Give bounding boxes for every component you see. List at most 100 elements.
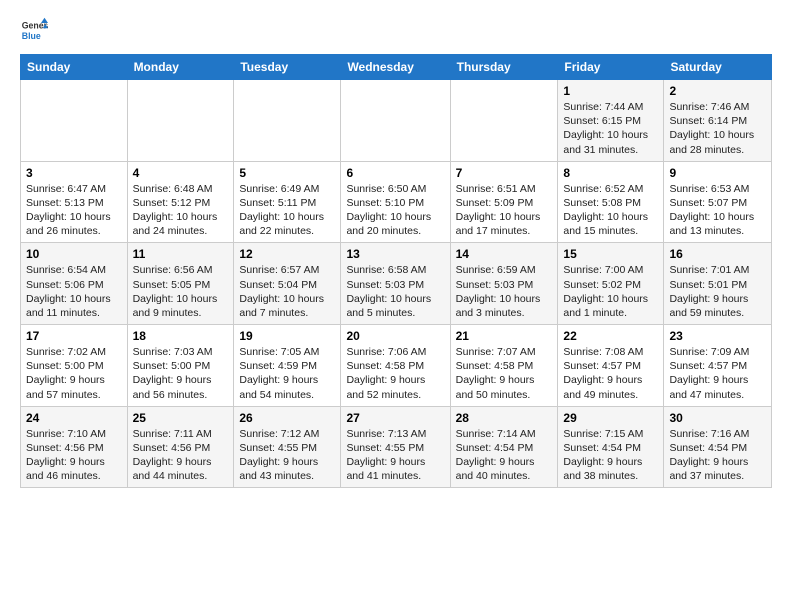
calendar-cell [127, 80, 234, 162]
day-number: 16 [669, 247, 766, 261]
logo-icon: General Blue [20, 16, 48, 44]
weekday-header-row: SundayMondayTuesdayWednesdayThursdayFrid… [21, 55, 772, 80]
day-number: 21 [456, 329, 553, 343]
weekday-header-thursday: Thursday [450, 55, 558, 80]
calendar-cell: 26Sunrise: 7:12 AM Sunset: 4:55 PM Dayli… [234, 406, 341, 488]
day-number: 19 [239, 329, 335, 343]
day-number: 2 [669, 84, 766, 98]
weekday-header-monday: Monday [127, 55, 234, 80]
calendar-cell: 11 Sunrise: 6:56 AM Sunset: 5:05 PM Dayli… [127, 243, 234, 325]
week-row-5: 24 Sunrise: 7:10 AM Sunset: 4:56 PM Dayli… [21, 406, 772, 488]
cell-text: Sunrise: 6:54 AM Sunset: 5:06 PM Dayligh… [26, 263, 122, 320]
cell-text: Sunrise: 7:44 AM Sunset: 6:15 PM Dayligh… [563, 100, 658, 157]
calendar-cell: 19 Sunrise: 7:05 AM Sunset: 4:59 PM Dayli… [234, 325, 341, 407]
cell-text: Sunrise: 7:13 AM Sunset: 4:55 PM Dayligh… [346, 427, 444, 484]
day-number: 22 [563, 329, 658, 343]
day-number: 14 [456, 247, 553, 261]
cell-text: Sunrise: 7:10 AM Sunset: 4:56 PM Dayligh… [26, 427, 122, 484]
day-number: 3 [26, 166, 122, 180]
cell-text: Sunrise: 7:01 AM Sunset: 5:01 PM Dayligh… [669, 263, 766, 320]
cell-text: Sunrise: 7:15 AM Sunset: 4:54 PM Dayligh… [563, 427, 658, 484]
week-row-2: 3 Sunrise: 6:47 AM Sunset: 5:13 PM Daylig… [21, 161, 772, 243]
day-number: 13 [346, 247, 444, 261]
calendar-cell: 18 Sunrise: 7:03 AM Sunset: 5:00 PM Dayli… [127, 325, 234, 407]
day-number: 17 [26, 329, 122, 343]
day-number: 27 [346, 411, 444, 425]
day-number: 9 [669, 166, 766, 180]
calendar-cell: 1 Sunrise: 7:44 AM Sunset: 6:15 PM Daylig… [558, 80, 664, 162]
calendar-cell: 23Sunrise: 7:09 AM Sunset: 4:57 PM Dayli… [664, 325, 772, 407]
day-number: 15 [563, 247, 658, 261]
calendar-cell [341, 80, 450, 162]
cell-text: Sunrise: 6:53 AM Sunset: 5:07 PM Dayligh… [669, 182, 766, 239]
day-number: 24 [26, 411, 122, 425]
day-number: 29 [563, 411, 658, 425]
cell-text: Sunrise: 7:46 AM Sunset: 6:14 PM Dayligh… [669, 100, 766, 157]
calendar-cell: 2 Sunrise: 7:46 AM Sunset: 6:14 PM Daylig… [664, 80, 772, 162]
day-number: 12 [239, 247, 335, 261]
calendar-cell: 28 Sunrise: 7:14 AM Sunset: 4:54 PM Dayli… [450, 406, 558, 488]
calendar-cell: 5 Sunrise: 6:49 AM Sunset: 5:11 PM Daylig… [234, 161, 341, 243]
day-number: 11 [133, 247, 229, 261]
cell-text: Sunrise: 6:58 AM Sunset: 5:03 PM Dayligh… [346, 263, 444, 320]
cell-text: Sunrise: 7:07 AM Sunset: 4:58 PM Dayligh… [456, 345, 553, 402]
weekday-header-friday: Friday [558, 55, 664, 80]
cell-text: Sunrise: 6:49 AM Sunset: 5:11 PM Dayligh… [239, 182, 335, 239]
cell-text: Sunrise: 6:56 AM Sunset: 5:05 PM Dayligh… [133, 263, 229, 320]
calendar-cell [450, 80, 558, 162]
cell-text: Sunrise: 6:57 AM Sunset: 5:04 PM Dayligh… [239, 263, 335, 320]
calendar-cell: 16 Sunrise: 7:01 AM Sunset: 5:01 PM Dayli… [664, 243, 772, 325]
calendar-cell: 29 Sunrise: 7:15 AM Sunset: 4:54 PM Dayli… [558, 406, 664, 488]
day-number: 25 [133, 411, 229, 425]
day-number: 28 [456, 411, 553, 425]
cell-text: Sunrise: 6:47 AM Sunset: 5:13 PM Dayligh… [26, 182, 122, 239]
calendar-cell [21, 80, 128, 162]
day-number: 4 [133, 166, 229, 180]
svg-text:Blue: Blue [22, 31, 41, 41]
weekday-header-wednesday: Wednesday [341, 55, 450, 80]
day-number: 1 [563, 84, 658, 98]
cell-text: Sunrise: 7:02 AM Sunset: 5:00 PM Dayligh… [26, 345, 122, 402]
calendar-cell: 3 Sunrise: 6:47 AM Sunset: 5:13 PM Daylig… [21, 161, 128, 243]
cell-text: Sunrise: 6:52 AM Sunset: 5:08 PM Dayligh… [563, 182, 658, 239]
calendar-cell: 9 Sunrise: 6:53 AM Sunset: 5:07 PM Daylig… [664, 161, 772, 243]
calendar-cell: 8 Sunrise: 6:52 AM Sunset: 5:08 PM Daylig… [558, 161, 664, 243]
cell-text: Sunrise: 6:51 AM Sunset: 5:09 PM Dayligh… [456, 182, 553, 239]
calendar-cell: 27 Sunrise: 7:13 AM Sunset: 4:55 PM Dayli… [341, 406, 450, 488]
calendar-cell: 13 Sunrise: 6:58 AM Sunset: 5:03 PM Dayli… [341, 243, 450, 325]
day-number: 5 [239, 166, 335, 180]
calendar-cell: 22Sunrise: 7:08 AM Sunset: 4:57 PM Dayli… [558, 325, 664, 407]
cell-text: Sunrise: 7:11 AM Sunset: 4:56 PM Dayligh… [133, 427, 229, 484]
day-number: 26 [239, 411, 335, 425]
week-row-3: 10 Sunrise: 6:54 AM Sunset: 5:06 PM Dayli… [21, 243, 772, 325]
weekday-header-tuesday: Tuesday [234, 55, 341, 80]
logo: General Blue [20, 16, 52, 44]
week-row-1: 1 Sunrise: 7:44 AM Sunset: 6:15 PM Daylig… [21, 80, 772, 162]
day-number: 23 [669, 329, 766, 343]
cell-text: Sunrise: 7:03 AM Sunset: 5:00 PM Dayligh… [133, 345, 229, 402]
calendar-table: SundayMondayTuesdayWednesdayThursdayFrid… [20, 54, 772, 488]
calendar-cell: 10 Sunrise: 6:54 AM Sunset: 5:06 PM Dayli… [21, 243, 128, 325]
cell-text: Sunrise: 7:05 AM Sunset: 4:59 PM Dayligh… [239, 345, 335, 402]
weekday-header-saturday: Saturday [664, 55, 772, 80]
day-number: 18 [133, 329, 229, 343]
calendar-cell: 17 Sunrise: 7:02 AM Sunset: 5:00 PM Dayli… [21, 325, 128, 407]
header: General Blue [20, 16, 772, 44]
day-number: 30 [669, 411, 766, 425]
day-number: 10 [26, 247, 122, 261]
calendar-cell: 12 Sunrise: 6:57 AM Sunset: 5:04 PM Dayli… [234, 243, 341, 325]
week-row-4: 17 Sunrise: 7:02 AM Sunset: 5:00 PM Dayli… [21, 325, 772, 407]
day-number: 7 [456, 166, 553, 180]
cell-text: Sunrise: 7:06 AM Sunset: 4:58 PM Dayligh… [346, 345, 444, 402]
calendar-cell: 6Sunrise: 6:50 AM Sunset: 5:10 PM Daylig… [341, 161, 450, 243]
day-number: 8 [563, 166, 658, 180]
weekday-header-sunday: Sunday [21, 55, 128, 80]
cell-text: Sunrise: 7:14 AM Sunset: 4:54 PM Dayligh… [456, 427, 553, 484]
calendar-cell: 24 Sunrise: 7:10 AM Sunset: 4:56 PM Dayli… [21, 406, 128, 488]
calendar-cell: 4Sunrise: 6:48 AM Sunset: 5:12 PM Daylig… [127, 161, 234, 243]
calendar-cell: 25 Sunrise: 7:11 AM Sunset: 4:56 PM Dayli… [127, 406, 234, 488]
calendar-cell: 7 Sunrise: 6:51 AM Sunset: 5:09 PM Daylig… [450, 161, 558, 243]
cell-text: Sunrise: 6:59 AM Sunset: 5:03 PM Dayligh… [456, 263, 553, 320]
calendar-body: 1 Sunrise: 7:44 AM Sunset: 6:15 PM Daylig… [21, 80, 772, 488]
cell-text: Sunrise: 6:50 AM Sunset: 5:10 PM Dayligh… [346, 182, 444, 239]
